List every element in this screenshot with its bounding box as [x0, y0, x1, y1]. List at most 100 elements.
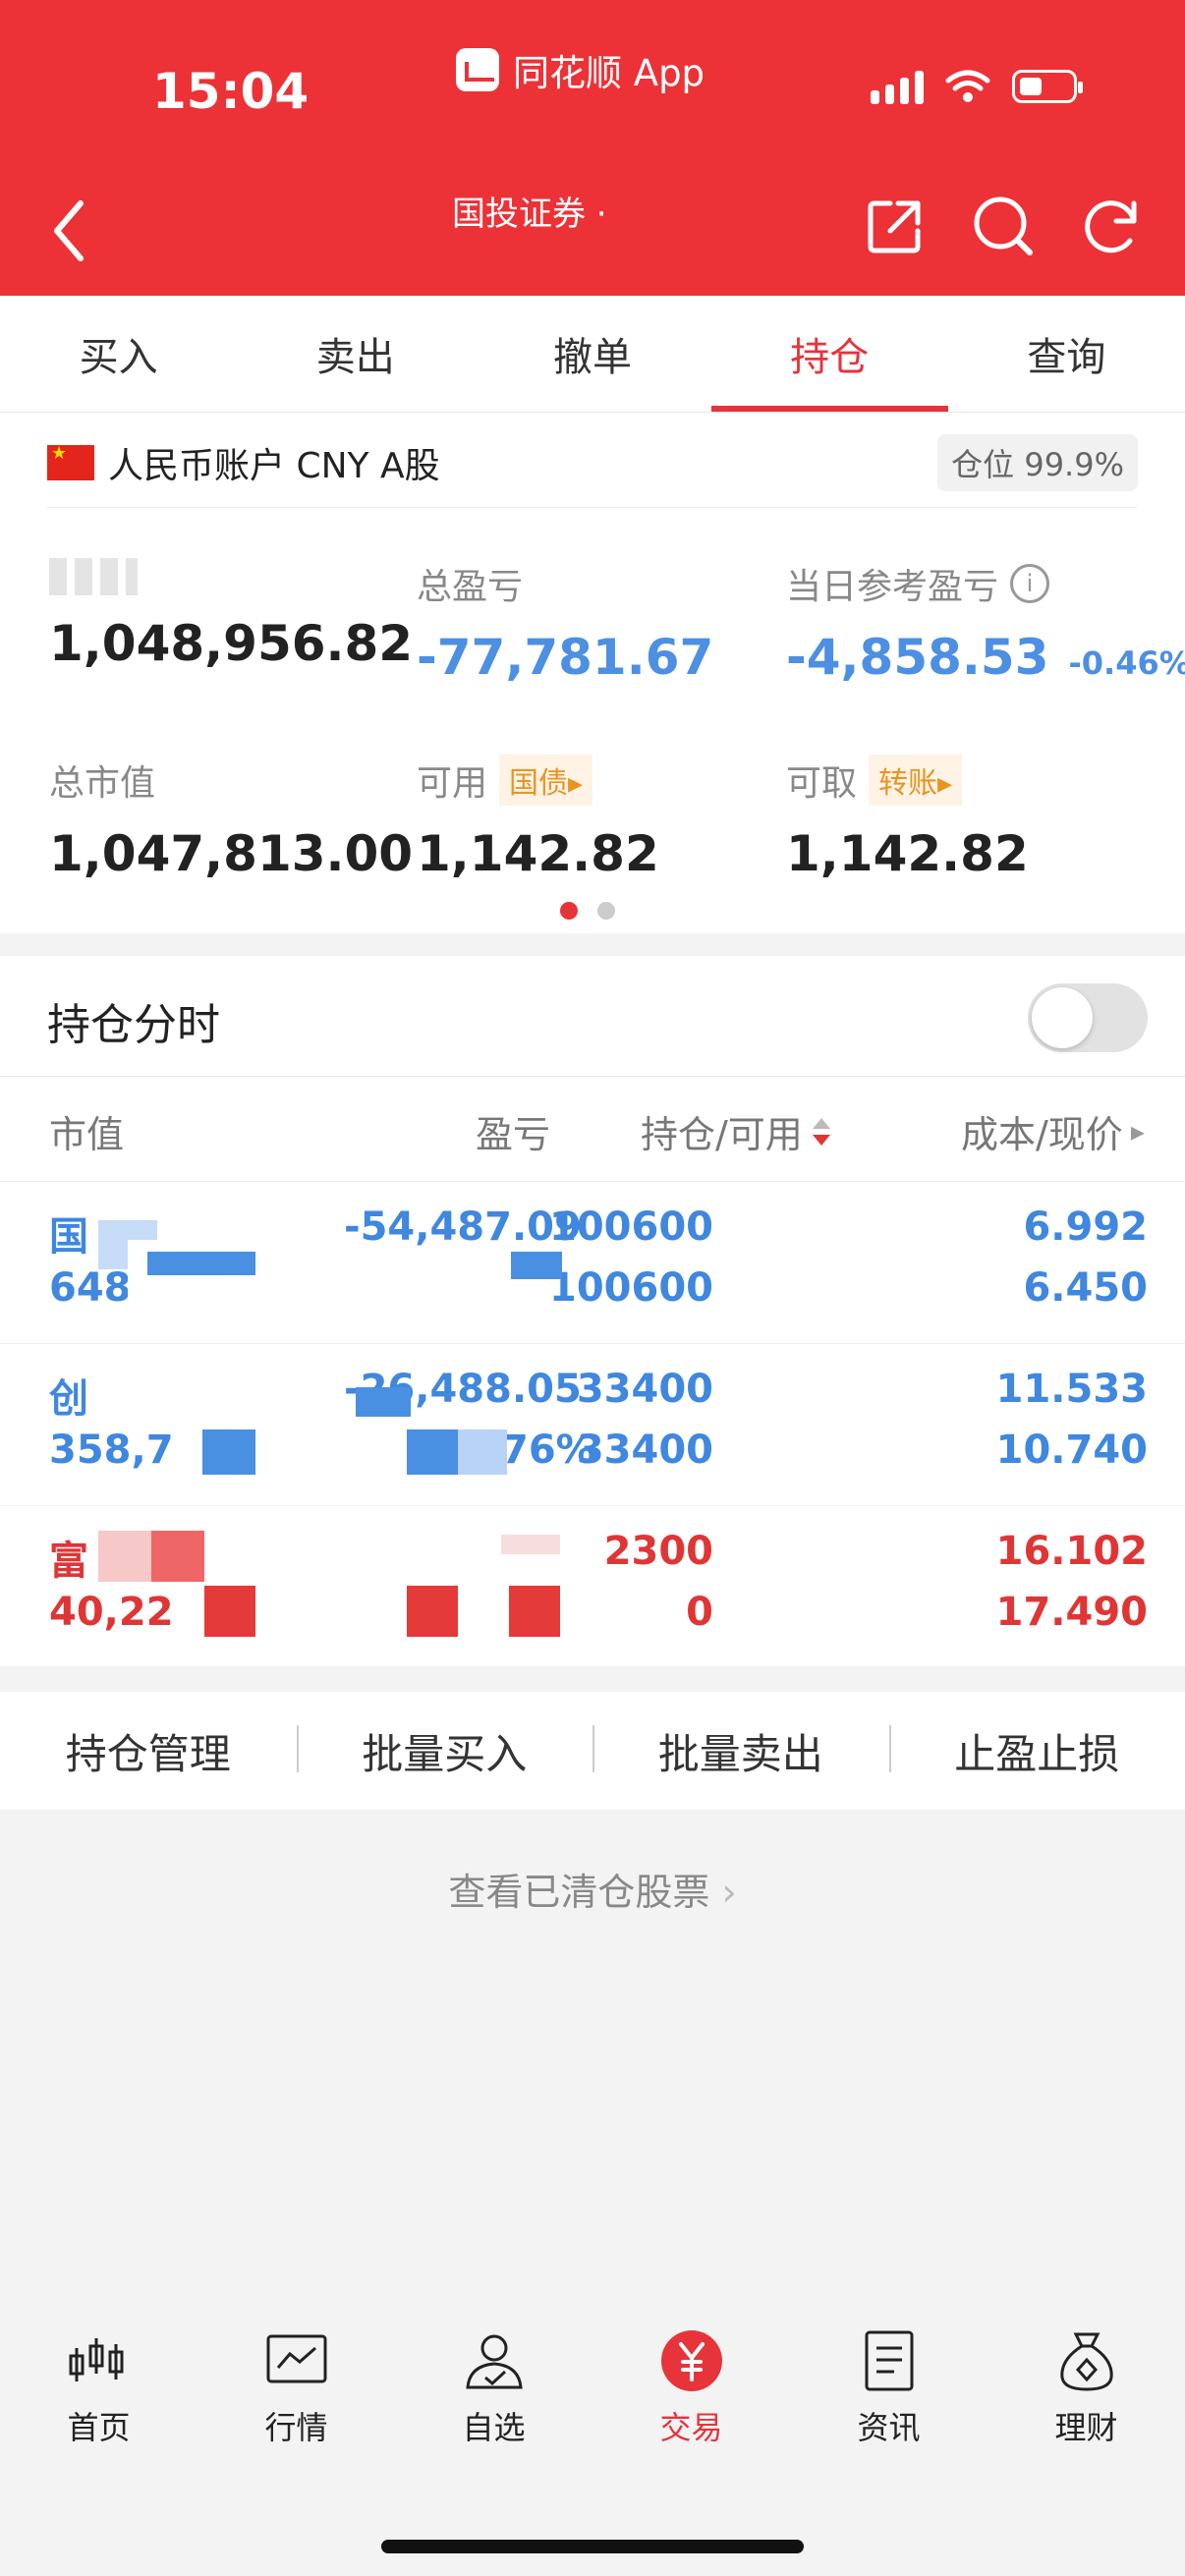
document-icon	[865, 2330, 913, 2391]
stock-market-value: 358,7	[49, 1428, 174, 1473]
stock-available: 100600	[549, 1265, 713, 1311]
stock-position: 100600	[549, 1204, 713, 1250]
treasury-bond-tag[interactable]: 国债▸	[499, 755, 593, 806]
stock-name: 富	[49, 1539, 88, 1584]
nav-watchlist-label: 自选	[462, 2409, 526, 2446]
china-flag-icon	[47, 443, 94, 480]
yuan-icon	[660, 2330, 722, 2391]
stock-name: 创	[49, 1376, 88, 1422]
nav-market[interactable]: 行情	[198, 2328, 395, 2486]
daily-pnl-value: -4,858.53	[786, 629, 1049, 686]
total-assets-value: 1,048,956.82	[49, 615, 414, 672]
share-icon[interactable]	[861, 192, 930, 260]
moneybag-icon	[1059, 2332, 1113, 2391]
table-row[interactable]: 富 40,22 2300 0 16.102 17.490	[0, 1505, 1185, 1667]
stock-available: 0	[686, 1590, 713, 1635]
nav-trade-label: 交易	[659, 2409, 723, 2446]
nav-news-label: 资讯	[857, 2409, 921, 2446]
stock-cost: 16.102	[995, 1529, 1148, 1574]
holdings-actions: 持仓管理 批量买入 批量卖出 止盈止损	[0, 1692, 1185, 1810]
col-position[interactable]: 持仓/可用	[641, 1104, 832, 1158]
account-summary: 人民币账户 CNY A股 仓位 99.9% 1,048,956.82 总盈亏 -…	[0, 413, 1185, 933]
stock-price: 6.450	[1023, 1265, 1148, 1311]
col-pnl[interactable]: 盈亏	[476, 1104, 550, 1158]
page-indicator	[560, 902, 615, 920]
metric-total-assets: 1,048,956.82	[49, 558, 413, 672]
view-cleared-stocks-link[interactable]: 查看已清仓股票 ›	[0, 1862, 1185, 1916]
candlestick-icon	[69, 2338, 123, 2381]
table-row[interactable]: 国 648,8 -54,487.09 100600 100600 6.992 6…	[0, 1181, 1185, 1344]
daily-pnl-label: 当日参考盈亏	[786, 567, 999, 607]
holdings-timeshare: 持仓分时	[0, 956, 1185, 1077]
batch-buy-button[interactable]: 批量买入	[296, 1721, 593, 1781]
withdrawable-value: 1,142.82	[786, 825, 1029, 882]
daily-pnl-percent: -0.46%	[1068, 644, 1185, 682]
trade-tabs: 买入 卖出 撤单 持仓 查询	[0, 296, 1185, 413]
back-icon[interactable]	[39, 192, 98, 270]
market-value: 1,047,813.00	[49, 825, 414, 882]
take-profit-stop-loss-button[interactable]: 止盈止损	[888, 1721, 1185, 1781]
metric-available: 可用 国债▸ 1,142.82	[417, 755, 659, 882]
col-market-value[interactable]: 市值	[49, 1104, 124, 1158]
table-header: 市值 盈亏 持仓/可用 成本/现价 ▸	[0, 1077, 1185, 1182]
stock-name: 国	[49, 1214, 88, 1260]
nav-actions	[861, 192, 1146, 260]
tab-query[interactable]: 查询	[948, 296, 1185, 412]
total-pnl-label: 总盈亏	[417, 567, 524, 607]
tab-buy[interactable]: 买入	[0, 296, 237, 412]
nav-trade[interactable]: 交易	[592, 2328, 790, 2486]
total-pnl-value: -77,781.67	[417, 629, 714, 686]
manage-holdings-button[interactable]: 持仓管理	[0, 1721, 297, 1781]
holdings-table: 市值 盈亏 持仓/可用 成本/现价 ▸ 国 648,8 -54,487.09 1…	[0, 1077, 1185, 1666]
status-icons	[871, 69, 1083, 104]
stock-market-value: 40,22	[49, 1590, 174, 1635]
nav-wealth-label: 理财	[1054, 2409, 1118, 2446]
stock-price: 17.490	[995, 1590, 1148, 1635]
position-ratio-badge: 仓位 99.9%	[937, 434, 1138, 491]
search-icon[interactable]	[969, 192, 1038, 260]
info-icon[interactable]: i	[1010, 564, 1050, 603]
nav-wealth[interactable]: 理财	[988, 2328, 1185, 2486]
timeshare-toggle[interactable]	[1028, 983, 1148, 1052]
refresh-icon[interactable]	[1077, 192, 1146, 260]
app-label[interactable]: 同花顺 App	[456, 43, 705, 96]
stock-position: 2300	[603, 1529, 713, 1574]
withdrawable-label: 可取	[786, 763, 858, 804]
user-check-icon	[465, 2334, 523, 2389]
total-assets-label-masked	[49, 558, 413, 595]
signal-icon	[871, 69, 924, 104]
tab-cancel[interactable]: 撤单	[474, 296, 710, 412]
chevron-right-icon: ›	[721, 1871, 737, 1914]
stock-cost: 11.533	[995, 1367, 1148, 1412]
bottom-nav: 首页 行情 自选 交易 资讯 理财	[0, 2328, 1185, 2486]
stock-cost: 6.992	[1023, 1204, 1148, 1250]
tab-holdings[interactable]: 持仓	[710, 296, 949, 412]
metric-withdrawable: 可取 转账▸ 1,142.82	[786, 755, 1029, 882]
stock-pnl: -54,487.09	[344, 1204, 582, 1250]
col-cost-price[interactable]: 成本/现价 ▸	[961, 1104, 1145, 1158]
available-label: 可用	[417, 763, 488, 804]
nav-home[interactable]: 首页	[0, 2328, 198, 2486]
transfer-tag[interactable]: 转账▸	[869, 755, 963, 806]
batch-sell-button[interactable]: 批量卖出	[592, 1721, 889, 1781]
broker-title[interactable]: 国投证券 ·	[452, 187, 607, 235]
wifi-icon	[945, 70, 990, 102]
stock-price: 10.740	[995, 1428, 1148, 1473]
app-label-text: 同花顺 App	[513, 52, 705, 94]
home-indicator[interactable]	[381, 2540, 804, 2553]
stock-position: 33400	[576, 1367, 713, 1412]
nav-watchlist[interactable]: 自选	[395, 2328, 592, 2486]
market-value-label: 总市值	[49, 763, 156, 804]
battery-icon	[1012, 70, 1083, 103]
nav-home-label: 首页	[67, 2409, 131, 2446]
table-row[interactable]: 创 358,7 -26,488.05 76% 33400 33400 11.53…	[0, 1343, 1185, 1506]
metric-total-pnl: 总盈亏 -77,781.67	[417, 558, 713, 686]
account-name[interactable]: 人民币账户 CNY A股	[108, 437, 440, 488]
metric-daily-pnl: 当日参考盈亏 i -4,858.53 -0.46%	[786, 558, 1185, 686]
app-logo-icon	[456, 48, 499, 91]
nav-news[interactable]: 资讯	[790, 2328, 988, 2486]
available-value: 1,142.82	[417, 825, 659, 882]
tab-sell[interactable]: 卖出	[237, 296, 474, 412]
page-dot	[597, 902, 615, 920]
chevron-right-icon: ▸	[1130, 1115, 1145, 1148]
